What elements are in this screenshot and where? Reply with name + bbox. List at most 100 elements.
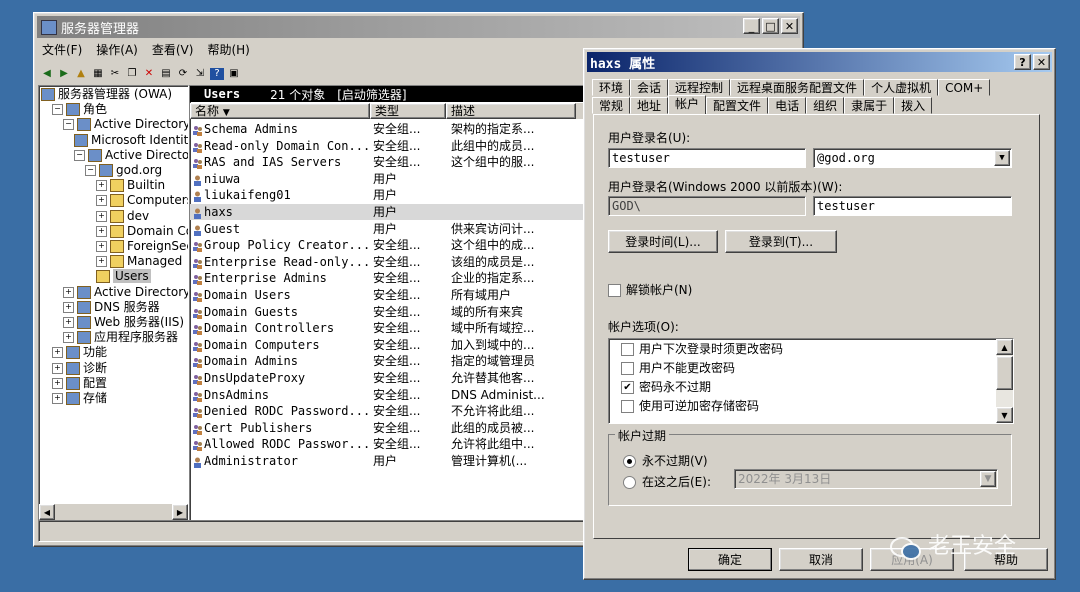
collapse-icon[interactable]: − bbox=[74, 149, 85, 161]
table-row[interactable]: Denied RODC Password... 安全组... 不允许将此组... bbox=[190, 403, 590, 419]
expand-icon[interactable]: + bbox=[96, 225, 107, 237]
column-header-type[interactable]: 类型 bbox=[370, 103, 446, 119]
expand-icon[interactable]: + bbox=[96, 210, 107, 222]
tree-item[interactable]: − Active Directory bbox=[63, 117, 188, 132]
tree-horizontal-scrollbar[interactable]: ◀ ▶ bbox=[39, 504, 188, 520]
tree-item[interactable]: + 诊断 bbox=[52, 361, 107, 376]
never-expires-radio[interactable]: 永不过期(V) bbox=[623, 452, 708, 469]
tree-item[interactable]: + DNS 服务器 bbox=[63, 300, 160, 315]
expand-icon[interactable]: + bbox=[63, 332, 74, 344]
tab-tabs_row1-4[interactable]: 个人虚拟机 bbox=[864, 79, 939, 96]
expand-icon[interactable]: + bbox=[63, 286, 74, 298]
expand-icon[interactable]: + bbox=[52, 377, 63, 389]
refresh-icon[interactable]: ⟳ bbox=[176, 68, 190, 80]
tree-item[interactable]: + Managed bbox=[96, 254, 182, 269]
upn-suffix-dropdown[interactable]: @god.org ▼ bbox=[813, 148, 1012, 168]
export-icon[interactable]: ⇲ bbox=[193, 68, 207, 80]
delete-icon[interactable]: ✕ bbox=[142, 68, 156, 80]
expand-icon[interactable]: + bbox=[52, 393, 63, 404]
tab-tabs_row2-7[interactable]: 拨入 bbox=[894, 97, 933, 114]
scroll-up-icon[interactable]: ▲ bbox=[996, 339, 1013, 355]
copy-icon[interactable]: ❐ bbox=[125, 68, 139, 80]
table-row[interactable]: DnsUpdateProxy 安全组... 允许替其他客... bbox=[190, 370, 590, 386]
expand-icon[interactable]: + bbox=[63, 317, 74, 328]
table-row[interactable]: Domain Users 安全组... 所有域用户 bbox=[190, 287, 590, 303]
tab-tabs_row1-0[interactable]: 环境 bbox=[592, 79, 631, 96]
table-row[interactable]: DnsAdmins 安全组... DNS Administ... bbox=[190, 387, 590, 403]
column-header-description[interactable]: 描述 bbox=[446, 103, 576, 119]
table-row[interactable]: niuwa 用户 bbox=[190, 171, 590, 187]
menu-help[interactable]: 帮助(H) bbox=[207, 41, 249, 61]
tab-tabs_row2-3[interactable]: 配置文件 bbox=[706, 97, 769, 114]
maximize-button[interactable]: □ bbox=[762, 18, 779, 34]
account-option-checkbox[interactable]: ✔ 密码永不过期 bbox=[621, 378, 711, 396]
account-option-checkbox[interactable]: 使用可逆加密存储密码 bbox=[621, 397, 759, 415]
expand-icon[interactable]: + bbox=[52, 347, 63, 359]
table-row[interactable]: Guest 用户 供来宾访问计... bbox=[190, 221, 590, 237]
cancel-button[interactable]: 取消 bbox=[779, 548, 863, 571]
table-row[interactable]: Allowed RODC Passwor... 安全组... 允许将此组中... bbox=[190, 436, 590, 452]
properties-icon[interactable]: ▤ bbox=[159, 68, 173, 80]
expand-icon[interactable]: + bbox=[96, 241, 107, 252]
menu-action[interactable]: 操作(A) bbox=[96, 41, 138, 61]
scroll-thumb[interactable] bbox=[996, 356, 1013, 390]
tab-tabs_row2-6[interactable]: 隶属于 bbox=[844, 97, 895, 114]
expand-icon[interactable]: + bbox=[96, 195, 107, 207]
tree-item[interactable]: + Active Directory bbox=[63, 285, 188, 300]
table-row[interactable]: Cert Publishers 安全组... 此组的成员被... bbox=[190, 420, 590, 436]
tree-item[interactable]: + Computers bbox=[96, 193, 188, 208]
up-folder-icon[interactable]: ▲ bbox=[74, 68, 88, 80]
expand-icon[interactable]: + bbox=[96, 180, 107, 192]
logon-hours-button[interactable]: 登录时间(L)... bbox=[608, 230, 718, 253]
tab-tabs_row2-1[interactable]: 地址 bbox=[630, 97, 669, 114]
table-row[interactable]: Administrator 用户 管理计算机(... bbox=[190, 453, 590, 469]
options-scrollbar[interactable]: ▲ ▼ bbox=[996, 339, 1013, 423]
pre2000-username-field[interactable]: testuser bbox=[813, 196, 1012, 216]
tree-item[interactable]: + Domain Controllers bbox=[96, 224, 188, 239]
tree-item[interactable]: − 角色 bbox=[52, 102, 107, 117]
table-row[interactable]: Domain Admins 安全组... 指定的域管理员 bbox=[190, 353, 590, 369]
minimize-button[interactable]: _ bbox=[743, 18, 760, 34]
help-icon[interactable]: ? bbox=[210, 68, 224, 80]
tree-item[interactable]: + 应用程序服务器 bbox=[63, 330, 178, 345]
cut-icon[interactable]: ✂ bbox=[108, 68, 122, 80]
logon-to-button[interactable]: 登录到(T)... bbox=[725, 230, 837, 253]
tree-item[interactable]: + 功能 bbox=[52, 345, 107, 360]
tree-item[interactable]: + 存储 bbox=[52, 391, 107, 406]
table-row[interactable]: Domain Guests 安全组... 域的所有来宾 bbox=[190, 304, 590, 320]
tree-item[interactable]: + 配置 bbox=[52, 376, 107, 391]
tab-tabs_row2-4[interactable]: 电话 bbox=[768, 97, 807, 114]
unlock-account-checkbox[interactable]: 解锁帐户(N) bbox=[608, 281, 692, 298]
ok-button[interactable]: 确定 bbox=[688, 548, 772, 571]
close-button[interactable]: ✕ bbox=[781, 18, 798, 34]
tab-tabs_row1-2[interactable]: 远程控制 bbox=[668, 79, 731, 96]
scroll-left-icon[interactable]: ◀ bbox=[39, 504, 55, 520]
tab-tabs_row2-5[interactable]: 组织 bbox=[806, 97, 845, 114]
table-row[interactable]: Domain Computers 安全组... 加入到域中的... bbox=[190, 337, 590, 353]
tree-item[interactable]: Microsoft Identity bbox=[74, 133, 188, 148]
expand-icon[interactable]: + bbox=[52, 362, 63, 374]
scroll-down-icon[interactable]: ▼ bbox=[996, 407, 1013, 423]
collapse-icon[interactable]: − bbox=[63, 119, 74, 131]
expand-icon[interactable]: + bbox=[96, 256, 107, 268]
tab-tabs_row1-5[interactable]: COM+ bbox=[938, 79, 991, 96]
table-row[interactable]: Enterprise Admins 安全组... 企业的指定系... bbox=[190, 270, 590, 286]
account-option-checkbox[interactable]: 用户下次登录时须更改密码 bbox=[621, 340, 783, 358]
collapse-icon[interactable]: − bbox=[52, 104, 63, 116]
main-title-bar[interactable]: 服务器管理器 _ □ ✕ bbox=[37, 16, 800, 38]
tree-item[interactable]: 服务器管理器 (OWA) bbox=[41, 87, 172, 102]
tree-item[interactable]: + ForeignSecurity bbox=[96, 239, 188, 254]
tab-tabs_row1-3[interactable]: 远程桌面服务配置文件 bbox=[730, 79, 865, 96]
tree-item[interactable]: − god.org bbox=[85, 163, 162, 178]
tree-item[interactable]: Users bbox=[96, 269, 151, 284]
filter-link[interactable]: [启动筛选器] bbox=[337, 86, 406, 103]
context-help-button[interactable]: ? bbox=[1014, 54, 1031, 70]
tree-item[interactable]: − Active Directory bbox=[74, 148, 188, 163]
end-of-radio[interactable]: 在这之后(E): bbox=[623, 473, 711, 490]
table-row[interactable]: Schema Admins 安全组... 架构的指定系... bbox=[190, 121, 590, 137]
back-icon[interactable]: ◀ bbox=[40, 68, 54, 80]
tab-tabs_row2-2[interactable]: 帐户 bbox=[668, 95, 707, 114]
table-row[interactable]: Read-only Domain Con... 安全组... 此组中的成员... bbox=[190, 138, 590, 154]
dialog-close-button[interactable]: ✕ bbox=[1033, 54, 1050, 70]
tree-item[interactable]: + dev bbox=[96, 209, 149, 224]
